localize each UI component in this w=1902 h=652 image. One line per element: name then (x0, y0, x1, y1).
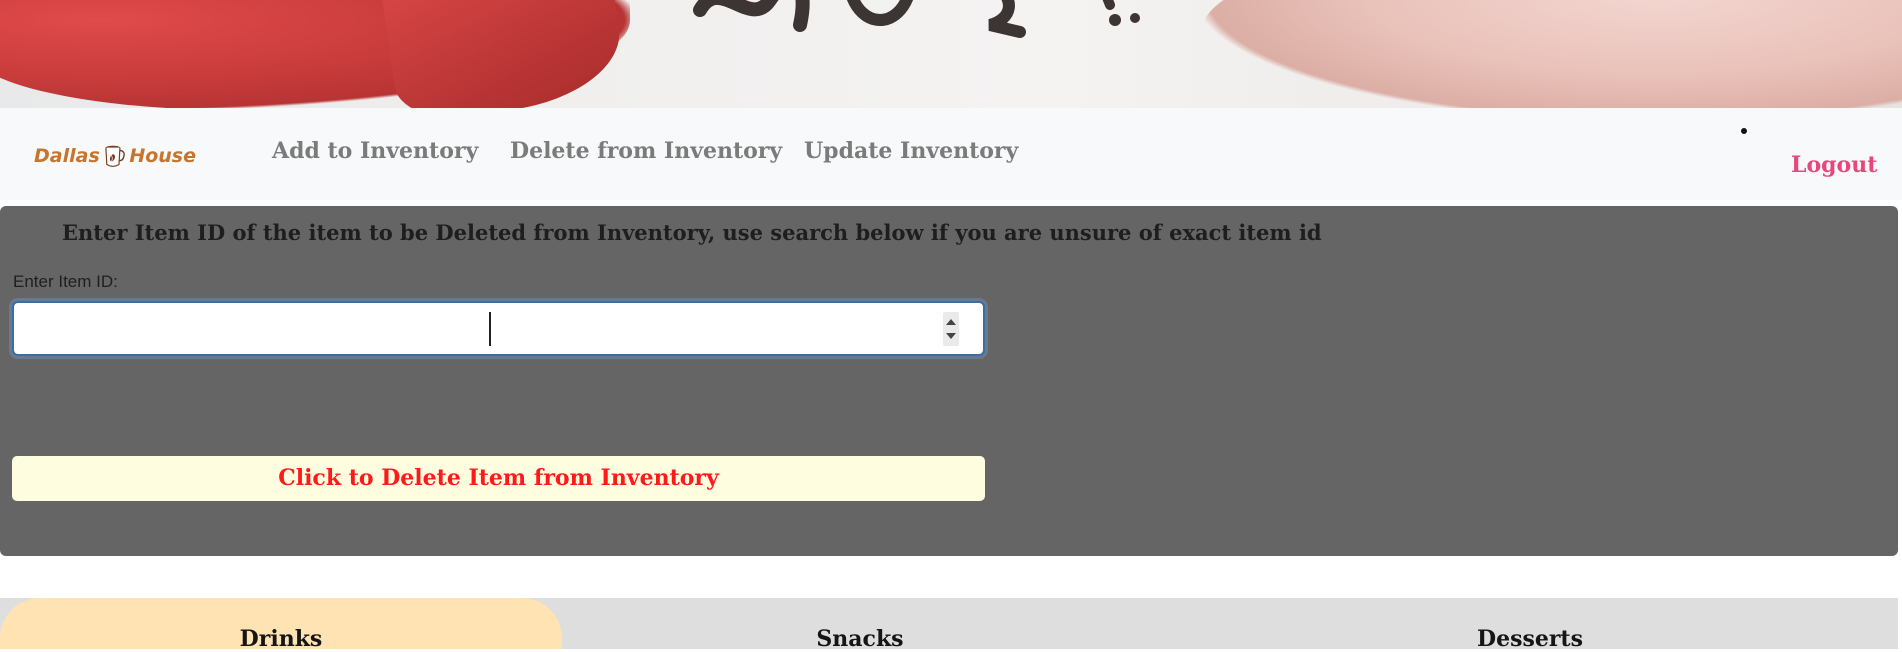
coffee-mug-icon (105, 145, 125, 167)
text-caret (489, 312, 491, 346)
tab-drinks[interactable]: Drinks (0, 598, 562, 652)
logout-link[interactable]: Logout (1791, 152, 1877, 178)
logo[interactable]: Dallas House (34, 128, 196, 184)
list-bullet (1741, 128, 1747, 134)
spinner-down-icon[interactable] (946, 333, 956, 339)
hero-red-cloth-fold (382, 0, 628, 108)
delete-item-button[interactable]: Click to Delete Item from Inventory (12, 456, 985, 501)
nav-add-inventory[interactable]: Add to Inventory (272, 138, 478, 164)
nav-delete-inventory[interactable]: Delete from Inventory (510, 138, 782, 164)
delete-panel: Enter Item ID of the item to be Deleted … (0, 206, 1898, 556)
item-id-label: Enter Item ID: (13, 272, 118, 291)
hero-brush-lettering (693, 0, 1140, 38)
panel-heading: Enter Item ID of the item to be Deleted … (62, 220, 1322, 245)
category-tabs: Drinks Snacks Desserts (0, 598, 1898, 652)
nav-update-inventory[interactable]: Update Inventory (804, 138, 1018, 164)
hero-pink-cloth (1202, 0, 1902, 108)
hero-banner (0, 0, 1902, 108)
item-id-input[interactable] (9, 298, 988, 359)
tab-snacks[interactable]: Snacks (700, 598, 1020, 652)
logo-word-dallas: Dallas (34, 145, 100, 167)
logo-word-house: House (129, 145, 196, 167)
number-spinner[interactable] (943, 312, 959, 346)
spinner-up-icon[interactable] (946, 319, 956, 325)
navbar: Dallas House Add to Inventory Delete fro… (0, 108, 1902, 200)
tab-desserts[interactable]: Desserts (1380, 598, 1680, 652)
